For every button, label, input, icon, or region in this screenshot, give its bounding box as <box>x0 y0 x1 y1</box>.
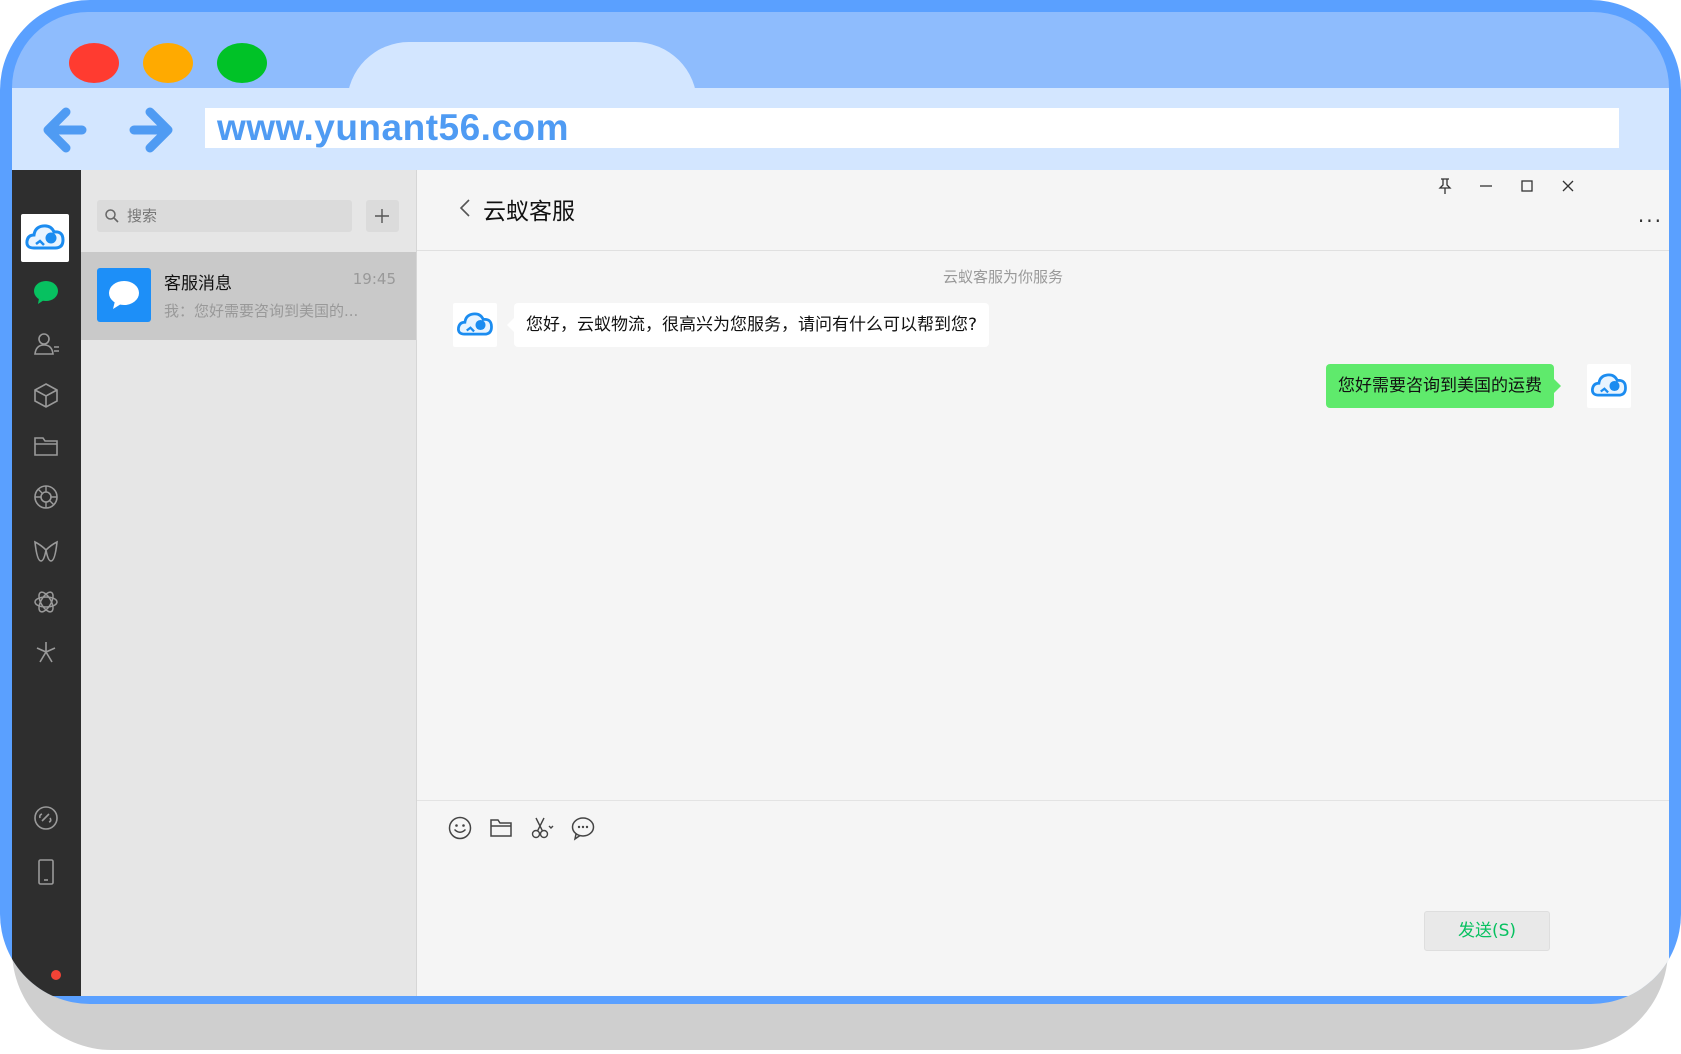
navigation-bar: www.yunant56.com <box>12 88 1669 170</box>
more-options-button[interactable]: ... <box>1638 205 1663 225</box>
user-avatar[interactable] <box>1587 364 1631 408</box>
link-icon[interactable] <box>32 804 60 832</box>
session-name: 客服消息 <box>164 274 232 294</box>
outgoing-message[interactable]: 您好需要咨询到美国的运费 <box>1326 364 1561 408</box>
address-bar[interactable]: www.yunant56.com <box>205 108 1619 148</box>
system-message: 云蚁客服为你服务 <box>942 268 1063 286</box>
chat-title: 云蚁客服 <box>483 199 575 225</box>
maximize-icon[interactable] <box>1517 176 1537 196</box>
channels-icon[interactable] <box>32 537 60 565</box>
mini-program-icon[interactable] <box>32 588 60 616</box>
emoji-icon[interactable] <box>447 815 473 841</box>
phone-icon[interactable] <box>32 858 60 886</box>
url-text: www.yunant56.com <box>217 107 570 148</box>
search-box[interactable] <box>97 200 352 232</box>
contacts-icon[interactable] <box>32 330 60 358</box>
incoming-message[interactable]: 您好，云蚁物流，很高兴为您服务，请问有什么可以帮到您? <box>506 303 990 347</box>
file-folder-icon[interactable] <box>488 815 514 841</box>
chat-history-icon[interactable] <box>570 815 596 841</box>
message-composer[interactable]: 发送(S) <box>417 800 1669 997</box>
session-list: 客服消息 19:45 我：您好需要咨询到美国的... <box>81 170 417 996</box>
scissors-icon[interactable] <box>529 815 555 841</box>
close-window-dot[interactable] <box>69 43 119 83</box>
close-icon[interactable] <box>1558 176 1578 196</box>
chat-app: 客服消息 19:45 我：您好需要咨询到美国的... 云蚁客服 <box>12 170 1669 996</box>
chat-icon[interactable] <box>32 278 60 306</box>
send-button[interactable]: 发送(S) <box>1424 911 1550 951</box>
discover-icon[interactable] <box>32 638 60 666</box>
pin-icon[interactable] <box>1435 176 1455 196</box>
back-arrow-icon[interactable] <box>38 102 94 158</box>
chat-header: 云蚁客服 ... <box>417 170 1669 251</box>
agent-avatar[interactable] <box>453 303 497 347</box>
session-time: 19:45 <box>352 270 396 288</box>
browser-frame: www.yunant56.com 搜索 客服消息 19:45 我：您好需要咨询到… <box>0 0 1681 1004</box>
chevron-left-icon[interactable] <box>457 196 473 220</box>
maximize-window-dot[interactable] <box>217 43 267 83</box>
folder-icon[interactable] <box>32 432 60 460</box>
session-preview: 我：您好需要咨询到美国的... <box>164 302 359 320</box>
minimize-window-dot[interactable] <box>143 43 193 83</box>
add-button[interactable] <box>366 200 399 232</box>
box-icon[interactable] <box>32 381 60 409</box>
notification-dot <box>51 970 61 980</box>
chat-panel: 云蚁客服 ... 云蚁客服为你服务 您好，云蚁物流，很高兴为您服务，请问有什么可… <box>417 170 1669 996</box>
cloud-logo-icon <box>1591 373 1627 397</box>
search-input[interactable] <box>127 200 342 232</box>
logo-icon[interactable] <box>21 214 69 262</box>
forward-arrow-icon[interactable] <box>122 102 178 158</box>
moments-icon[interactable] <box>32 483 60 511</box>
cloud-logo-icon <box>457 312 493 336</box>
minimize-icon[interactable] <box>1476 176 1496 196</box>
session-item[interactable]: 客服消息 19:45 我：您好需要咨询到美国的... <box>81 252 416 340</box>
search-icon <box>105 209 119 223</box>
plus-icon <box>375 209 389 223</box>
message-bubble-icon <box>97 268 151 322</box>
tab-bar <box>12 12 1669 104</box>
icon-rail <box>12 170 81 996</box>
